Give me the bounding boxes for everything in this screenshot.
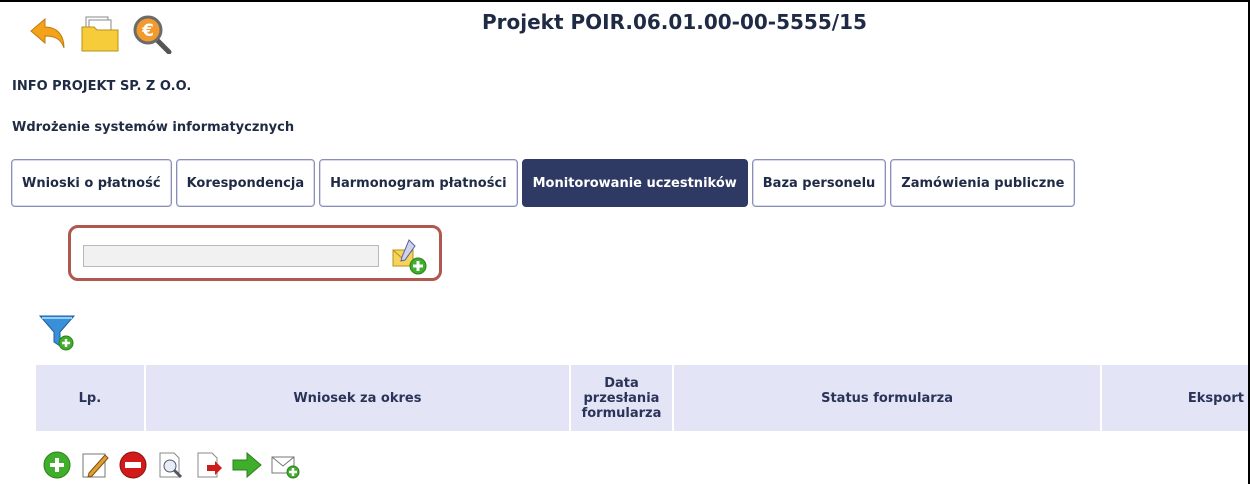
tab-baza-personelu[interactable]: Baza personelu [751, 159, 887, 207]
back-arrow-icon[interactable] [28, 14, 68, 54]
column-header-period[interactable]: Wniosek za okres [145, 365, 569, 431]
send-arrow-icon[interactable] [232, 450, 262, 480]
tab-harmonogram-platnosci[interactable]: Harmonogram płatności [319, 159, 518, 207]
svg-text:€: € [141, 21, 154, 41]
tab-zamowienia-publiczne[interactable]: Zamówienia publiczne [890, 159, 1076, 207]
add-icon[interactable] [42, 450, 72, 480]
tab-bar: Wnioski o płatność Korespondencja Harmon… [11, 159, 1076, 207]
folder-icon[interactable] [80, 14, 120, 54]
column-header-export[interactable]: Eksport [1102, 365, 1248, 431]
column-header-status[interactable]: Status formularza [673, 365, 1101, 431]
delete-icon[interactable] [118, 450, 148, 480]
tab-wnioski-o-platnosc[interactable]: Wnioski o płatność [11, 159, 172, 207]
project-name: Wdrożenie systemów informatycznych [12, 120, 295, 135]
column-header-lp[interactable]: Lp. [36, 365, 144, 431]
filter-add-icon[interactable] [38, 312, 78, 352]
search-highlight-box [68, 225, 442, 281]
export-document-icon[interactable] [194, 450, 224, 480]
euro-magnifier-icon[interactable]: € [132, 14, 172, 54]
forms-table: Lp. Wniosek za okres Data przesłania for… [34, 363, 1250, 433]
tab-monitorowanie-uczestnikow[interactable]: Monitorowanie uczestników [521, 159, 748, 207]
action-toolbar [42, 450, 300, 480]
page-title: Projekt POIR.06.01.00-00-5555/15 [482, 10, 867, 34]
edit-icon[interactable] [80, 450, 110, 480]
column-header-date[interactable]: Data przesłania formularza [570, 365, 672, 431]
mail-add-icon[interactable] [270, 450, 300, 480]
add-mail-icon[interactable] [389, 238, 429, 276]
organization-name: INFO PROJEKT SP. Z O.O. [12, 79, 192, 94]
tab-korespondencja[interactable]: Korespondencja [175, 159, 316, 207]
top-toolbar: € [28, 14, 172, 54]
search-input[interactable] [83, 245, 379, 267]
preview-icon[interactable] [156, 450, 186, 480]
